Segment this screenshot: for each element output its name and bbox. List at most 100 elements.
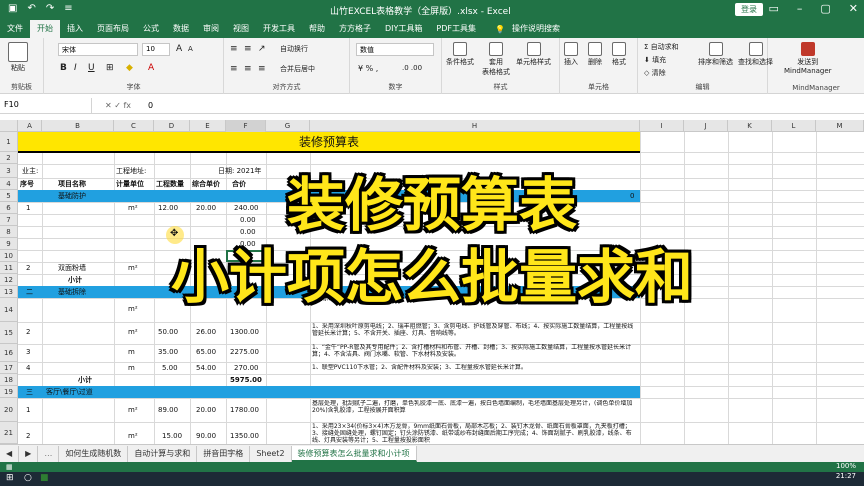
name-box[interactable]: F10 — [0, 97, 92, 113]
cell-description[interactable]: 1、联塑PVC110下水管；2、含配件材料及安装；3、工程量按水管延长米计算。 — [312, 364, 527, 371]
windows-start-icon[interactable]: ⊞ — [6, 473, 14, 483]
tab-nav-prev-icon[interactable]: ◀ — [0, 445, 20, 462]
cell-total[interactable]: 1780.00 — [230, 406, 259, 414]
col-f-header[interactable]: F — [226, 120, 266, 132]
cell-no[interactable]: 1 — [26, 406, 30, 414]
cell-qty[interactable]: 50.00 — [158, 328, 178, 336]
sheet-tab-active[interactable]: 装修预算表怎么批量求和小计项 — [291, 445, 417, 462]
row-header[interactable]: 16 — [0, 344, 18, 362]
font-color-icon[interactable]: A — [148, 63, 154, 73]
cell-qty[interactable]: 5.00 — [162, 364, 178, 372]
col-d-header[interactable]: D — [154, 120, 190, 132]
col-g-header[interactable]: G — [266, 120, 310, 132]
wrap-text-button[interactable]: 自动换行 — [280, 44, 308, 54]
tab-view[interactable]: 视图 — [226, 20, 256, 38]
tab-developer[interactable]: 开发工具 — [256, 20, 302, 38]
tab-formulas[interactable]: 公式 — [136, 20, 166, 38]
cell-price[interactable]: 54.00 — [196, 364, 216, 372]
undo-icon[interactable]: ↶ — [27, 3, 35, 14]
fx-icon[interactable]: ✕ ✓ fx — [92, 101, 144, 110]
number-format-select[interactable]: 数值 — [356, 43, 434, 56]
cell-description[interactable]: 1、采用23×34(价标3×4)木方龙骨，9mm纸面石膏板，局部木芯板；2、装钉… — [312, 423, 638, 444]
row-header[interactable]: 1 — [0, 132, 18, 152]
tab-help[interactable]: 帮助 — [302, 20, 332, 38]
cell-unit[interactable]: m² — [128, 406, 138, 414]
tab-nav-next-icon[interactable]: ▶ — [19, 445, 39, 462]
row-header[interactable]: 15 — [0, 322, 18, 344]
redo-icon[interactable]: ↷ — [46, 3, 54, 14]
sheet-tab[interactable]: 拼音田字格 — [197, 445, 251, 462]
cell-no[interactable]: 4 — [26, 364, 30, 372]
tab-pdf-tools[interactable]: PDF工具集 — [429, 20, 483, 38]
maximize-icon[interactable]: ▢ — [820, 2, 830, 15]
cell-unit[interactable]: m — [128, 348, 135, 356]
align-left-icon[interactable]: ≡ — [230, 64, 238, 74]
autosum-button[interactable]: Σ 自动求和 — [644, 42, 679, 52]
minimize-icon[interactable]: – — [797, 2, 803, 15]
save-icon[interactable]: ▣ — [8, 3, 17, 14]
cell-styles-button[interactable]: 单元格样式 — [516, 42, 551, 67]
customize-icon[interactable]: ≡ — [64, 3, 72, 14]
sheet-tab[interactable]: 如何生成随机数 — [59, 445, 129, 462]
clear-button[interactable]: ◇ 清除 — [644, 68, 666, 78]
sheet-tab[interactable]: 自动计算与求和 — [128, 445, 198, 462]
cell-unit[interactable]: m² — [128, 328, 138, 336]
align-top-icon[interactable]: ≡ — [230, 44, 238, 54]
excel-taskbar-icon[interactable]: ■ — [40, 473, 49, 483]
col-b-header[interactable]: B — [42, 120, 114, 132]
cell-total[interactable]: 1350.00 — [230, 432, 259, 440]
tab-review[interactable]: 审阅 — [196, 20, 226, 38]
fill-color-icon[interactable]: ◆ — [126, 63, 133, 73]
fill-button[interactable]: ⬇ 填充 — [644, 55, 666, 65]
cell-qty[interactable]: 35.00 — [158, 348, 178, 356]
section-3-no[interactable]: 三 — [26, 388, 33, 396]
cell-description[interactable]: 1、采用深圳秋叶原剪电线；2、瑞丰阻燃管；3、含剪电线、护线管及穿管、布线；4、… — [312, 323, 638, 337]
align-right-icon[interactable]: ≡ — [258, 64, 266, 74]
col-m-header[interactable]: M — [816, 120, 864, 132]
border-icon[interactable]: ⊞ — [106, 63, 114, 73]
row-header[interactable]: 19 — [0, 386, 18, 398]
align-middle-icon[interactable]: ≡ — [244, 44, 252, 54]
shrink-font-button[interactable]: A — [188, 45, 193, 53]
paste-button[interactable]: 粘贴 — [8, 42, 28, 73]
format-cells-button[interactable]: 格式 — [612, 42, 626, 67]
row-header[interactable]: 18 — [0, 374, 18, 386]
bold-button[interactable]: B — [60, 63, 67, 73]
decimal-icon[interactable]: .0 .00 — [402, 64, 422, 72]
search-icon[interactable]: ○ — [24, 473, 32, 483]
col-c-header[interactable]: C — [114, 120, 154, 132]
cell-price[interactable]: 20.00 — [196, 406, 216, 414]
zoom-level[interactable]: 100% — [836, 462, 856, 470]
col-j-header[interactable]: J — [684, 120, 728, 132]
col-k-header[interactable]: K — [728, 120, 772, 132]
underline-button[interactable]: U — [88, 63, 95, 73]
cell-qty[interactable]: 15.00 — [162, 432, 182, 440]
cell-no[interactable]: 3 — [26, 348, 30, 356]
insert-cells-button[interactable]: 插入 — [564, 42, 578, 67]
cell-unit[interactable]: m² — [128, 432, 138, 440]
row-header[interactable]: 20 — [0, 398, 18, 422]
tab-file[interactable]: 文件 — [0, 20, 30, 38]
row-header[interactable]: 2 — [0, 152, 18, 164]
cell-total[interactable]: 270.00 — [234, 364, 259, 372]
formula-input[interactable]: 0 — [144, 101, 153, 110]
col-l-header[interactable]: L — [772, 120, 816, 132]
align-center-icon[interactable]: ≡ — [244, 64, 252, 74]
tab-home[interactable]: 开始 — [30, 20, 60, 38]
cell-price[interactable]: 26.00 — [196, 328, 216, 336]
cell-price[interactable]: 65.00 — [196, 348, 216, 356]
cell-no[interactable]: 2 — [26, 432, 30, 440]
conditional-format-button[interactable]: 条件格式 — [446, 42, 474, 67]
subtotal-label[interactable]: 小计 — [78, 376, 92, 384]
row-header[interactable]: 17 — [0, 362, 18, 374]
cell-description[interactable]: 1、“金牛”PP-R管及其专用配件；2、含打槽材料和布管、开槽、封槽；3、按实际… — [312, 344, 638, 358]
sheet-title-cell[interactable]: 装修预算表 — [18, 132, 640, 152]
select-all-corner[interactable] — [0, 120, 18, 132]
tab-diy-toolbox[interactable]: DIY工具箱 — [378, 20, 429, 38]
row-header[interactable]: 21 — [0, 422, 18, 444]
tab-page-layout[interactable]: 页面布局 — [90, 20, 136, 38]
send-mindmanager-button[interactable]: 发送到 MindManager — [784, 42, 832, 75]
italic-button[interactable]: I — [74, 63, 77, 73]
tab-data[interactable]: 数据 — [166, 20, 196, 38]
section-3-label[interactable]: 客厅\餐厅\过道 — [46, 388, 93, 396]
